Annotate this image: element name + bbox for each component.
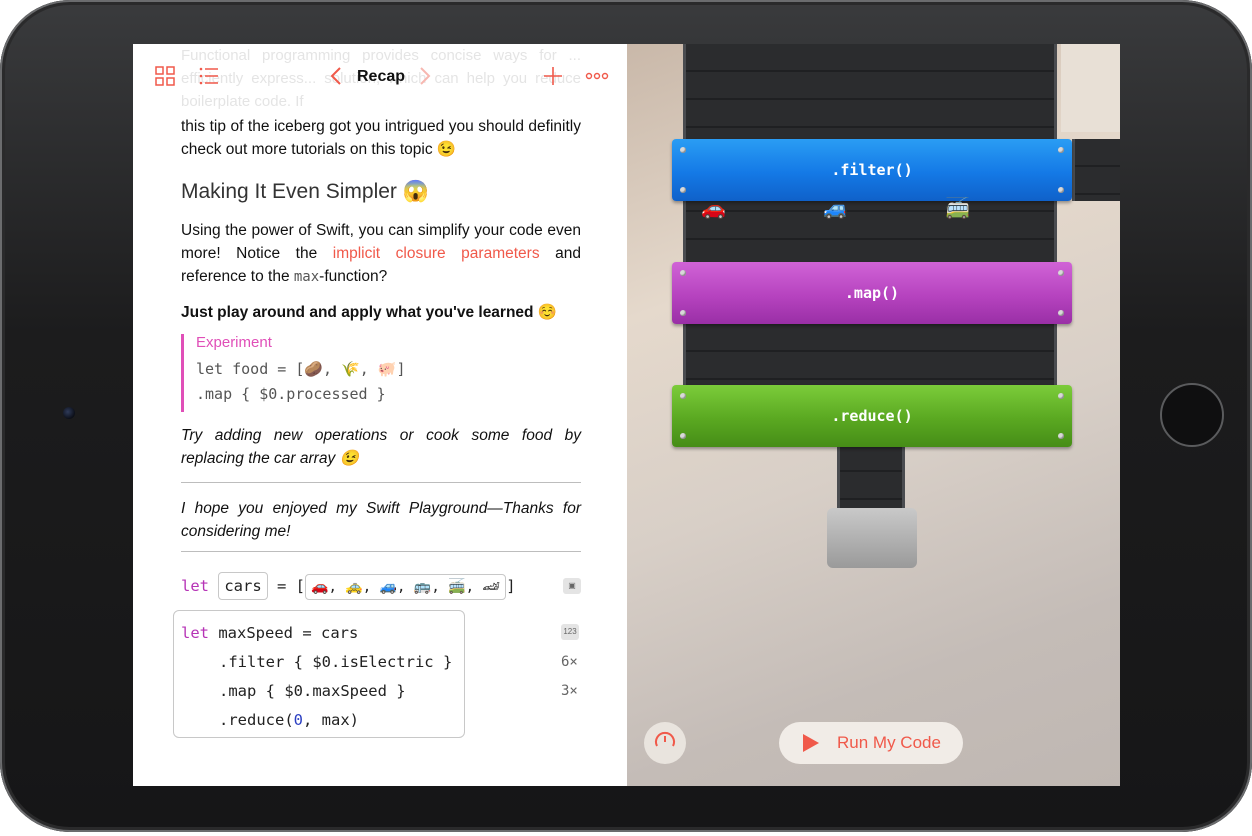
chevron-left-icon[interactable]: [330, 66, 342, 91]
reduce-machine: .reduce(): [672, 385, 1072, 447]
filter-machine: .filter(): [672, 139, 1072, 201]
play-icon: [803, 734, 819, 752]
divider: [181, 482, 581, 483]
bold-line: Just play around and apply what you've l…: [181, 304, 558, 321]
para-part-c: -function?: [319, 268, 388, 285]
experiment-code-line-2: .map { $0.processed }: [196, 385, 386, 403]
trolleybus-icon: 🚎: [945, 198, 970, 220]
italic-paragraph-1: Try adding new operations or cook some f…: [181, 424, 581, 470]
live-view-pane: .filter() 🚗 🚙 🚎 .map() .reduce() Run My …: [627, 44, 1120, 786]
filter-result-count[interactable]: 6×: [561, 654, 578, 670]
document-pane: Functional programming provides concise …: [133, 44, 627, 786]
cars-array-token[interactable]: 🚗, 🚕, 🚙, 🚌, 🚎, 🏎: [305, 574, 507, 600]
close-bracket: ]: [506, 577, 516, 595]
body-paragraph: Using the power of Swift, you can simpli…: [181, 219, 581, 289]
conveyor-belt-side: [1072, 139, 1120, 201]
code-line-1: let maxSpeed = cars: [181, 624, 358, 642]
heading-text: Making It Even Simpler 😱: [181, 180, 429, 203]
run-label: Run My Code: [837, 733, 941, 752]
grid-icon[interactable]: [155, 66, 175, 91]
speedometer-button[interactable]: [644, 722, 686, 764]
italic-text-2: I hope you enjoyed my Swift Playground—T…: [181, 500, 581, 540]
number-result-badge[interactable]: 123: [561, 624, 579, 640]
experiment-block: Experiment let food = [🥔, 🌾, 🐖] .map { $…: [181, 334, 581, 412]
output-bucket: [827, 508, 917, 568]
reduce-call-a: .reduce(: [219, 711, 294, 729]
map-label: .map(): [844, 284, 900, 302]
nav-bar: Recap: [133, 60, 627, 96]
line1-text: maxSpeed = cars: [209, 624, 359, 642]
page-title: Recap: [357, 68, 406, 85]
experiment-code-line-1: let food = [🥔, 🌾, 🐖]: [196, 360, 406, 378]
blue-car-icon: 🚙: [823, 198, 848, 220]
cube-result-icon[interactable]: ▣: [563, 578, 581, 594]
italic-text-1: Try adding new operations or cook some f…: [181, 427, 581, 467]
ellipsis-icon[interactable]: [585, 66, 609, 91]
ipad-frame: Functional programming provides concise …: [0, 0, 1252, 832]
intro-text: this tip of the iceberg got you intrigue…: [181, 118, 581, 158]
reduce-call-b: , max): [303, 711, 359, 729]
code-line-3: .map { $0.maxSpeed }: [219, 682, 406, 700]
red-car-icon: 🚗: [701, 198, 726, 220]
map-result-count[interactable]: 3×: [561, 683, 578, 699]
conveyor-belt: [683, 44, 1057, 386]
equals-bracket: = [: [277, 577, 306, 595]
screen: Functional programming provides concise …: [133, 44, 1120, 786]
reduce-label: .reduce(): [831, 407, 913, 425]
reduce-initial-number: 0: [293, 711, 303, 729]
section-heading: Making It Even Simpler 😱: [181, 180, 581, 204]
max-code-inline: max: [293, 269, 320, 285]
cars-token[interactable]: cars: [218, 572, 268, 600]
side-tray: [1061, 44, 1120, 132]
intro-paragraph: this tip of the iceberg got you intrigue…: [181, 115, 581, 161]
chevron-right-icon[interactable]: [419, 66, 431, 91]
let-keyword: let: [181, 624, 209, 642]
speedometer-icon: [653, 729, 677, 758]
front-camera: [63, 407, 75, 419]
code-line-4: .reduce(0, max): [219, 711, 359, 729]
cars-declaration: let cars = [🚗, 🚕, 🚙, 🚌, 🚎, 🏎]: [181, 572, 516, 600]
plus-icon[interactable]: [543, 66, 563, 91]
experiment-label: Experiment: [196, 334, 272, 351]
divider: [181, 551, 581, 552]
list-icon[interactable]: [199, 66, 219, 91]
let-keyword: let: [181, 577, 209, 595]
code-line-2: .filter { $0.isElectric }: [219, 653, 453, 671]
filter-label: .filter(): [831, 161, 913, 179]
home-button[interactable]: [1160, 383, 1224, 447]
closure-link[interactable]: implicit closure parameters: [333, 245, 540, 262]
bold-callout: Just play around and apply what you've l…: [181, 301, 581, 324]
italic-paragraph-2: I hope you enjoyed my Swift Playground—T…: [181, 497, 581, 543]
run-my-code-button[interactable]: Run My Code: [779, 722, 963, 764]
map-machine: .map(): [672, 262, 1072, 324]
conveyor-belt-lower: [837, 444, 905, 514]
